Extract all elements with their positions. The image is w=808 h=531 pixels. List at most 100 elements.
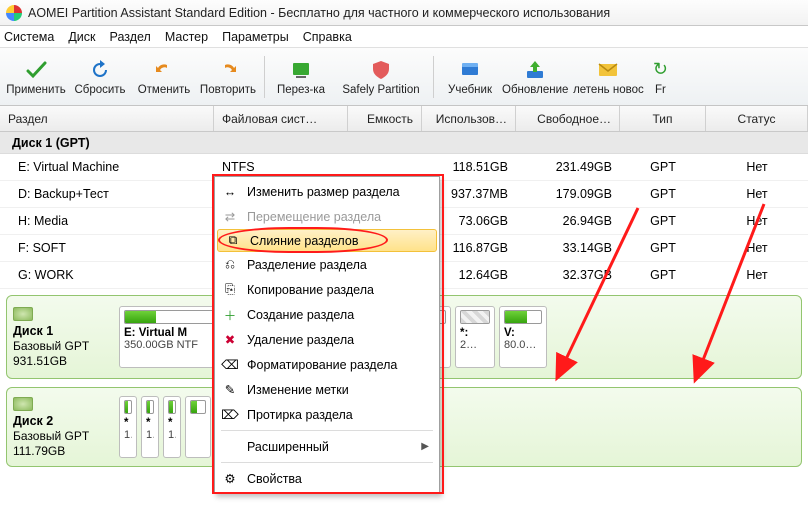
toolbar-separator (433, 56, 434, 98)
disk-2-name: Диск 2 (13, 414, 113, 428)
cell-free: 231.49GB (516, 160, 620, 174)
title-bar: AOMEI Partition Assistant Standard Editi… (0, 0, 808, 26)
disk-2-size: 111.79GB (13, 444, 113, 458)
partition-name: *: (460, 327, 490, 339)
undo-icon (152, 58, 176, 82)
col-status[interactable]: Статус (706, 106, 808, 131)
cell-partition: H: Media (0, 214, 214, 228)
partition-box[interactable]: E: Virtual M350.00GB NTF (119, 306, 219, 368)
disk-1-info: Диск 1 Базовый GPT 931.51GB (13, 307, 113, 368)
menu-wizard[interactable]: Мастер (165, 30, 208, 44)
copy-icon: ⎘ (221, 281, 239, 299)
ctx-create[interactable]: ＋Создание раздела (215, 302, 439, 327)
menu-disk[interactable]: Диск (68, 30, 95, 44)
cell-fs: NTFS (214, 160, 348, 174)
reinstall-button[interactable]: Перез-ка (269, 51, 333, 103)
cell-partition: E: Virtual Machine (0, 160, 214, 174)
context-menu: ↔Изменить размер раздела ⇄Перемещение ра… (214, 176, 440, 494)
cell-type: GPT (620, 160, 706, 174)
delete-icon: ✖ (221, 331, 239, 349)
cell-status: Нет (706, 160, 808, 174)
cell-partition: F: SOFT (0, 241, 214, 255)
ctx-label[interactable]: ✎Изменение метки (215, 377, 439, 402)
partition-name: V: (504, 327, 542, 339)
cell-free: 33.14GB (516, 241, 620, 255)
reinstall-icon (289, 58, 313, 82)
cell-status: Нет (706, 241, 808, 255)
ctx-move: ⇄Перемещение раздела (215, 204, 439, 229)
gear-icon: ⚙ (221, 470, 239, 488)
menu-partition[interactable]: Раздел (110, 30, 151, 44)
partition-name: E: Virtual M (124, 327, 214, 339)
menu-help[interactable]: Справка (303, 30, 352, 44)
wipe-icon: ⌦ (221, 406, 239, 424)
cell-type: GPT (620, 268, 706, 282)
cell-type: GPT (620, 214, 706, 228)
book-icon (458, 58, 482, 82)
newsletter-button[interactable]: летень новос (568, 51, 648, 103)
ctx-format[interactable]: ⌫Форматирование раздела (215, 352, 439, 377)
partition-box[interactable] (185, 396, 211, 458)
menu-system[interactable]: Система (4, 30, 54, 44)
partition-box[interactable]: V:80.00… (499, 306, 547, 368)
partition-name: * (124, 417, 132, 429)
partition-box[interactable]: *:2… (455, 306, 495, 368)
col-capacity[interactable]: Емкость (348, 106, 422, 131)
ctx-delete[interactable]: ✖Удаление раздела (215, 327, 439, 352)
toolbar: Применить Сбросить Отменить Повторить Пе… (0, 48, 808, 106)
col-free[interactable]: Свободное… (516, 106, 620, 131)
check-icon (24, 58, 48, 82)
cell-status: Нет (706, 187, 808, 201)
partition-name: * (168, 417, 176, 429)
partition-size: 1… (146, 429, 154, 441)
ctx-properties[interactable]: ⚙Свойства (215, 466, 439, 491)
cell-free: 26.94GB (516, 214, 620, 228)
ctx-copy[interactable]: ⎘Копирование раздела (215, 277, 439, 302)
ctx-wipe[interactable]: ⌦Протирка раздела (215, 402, 439, 427)
disk-1-base: Базовый GPT (13, 339, 113, 353)
partition-box[interactable]: *1… (141, 396, 159, 458)
reset-button[interactable]: Сбросить (68, 51, 132, 103)
redo-icon (216, 58, 240, 82)
undo-button[interactable]: Отменить (132, 51, 196, 103)
ctx-advanced[interactable]: Расширенный▶ (215, 434, 439, 459)
cell-partition: D: Backup+Тест (0, 187, 214, 201)
partition-box[interactable]: *1… (163, 396, 181, 458)
partition-box[interactable]: *1… (119, 396, 137, 458)
disk-group-header[interactable]: Диск 1 (GPT) (0, 132, 808, 154)
cell-status: Нет (706, 214, 808, 228)
fr-button[interactable]: ↻ Fr (648, 51, 672, 103)
apply-button[interactable]: Применить (4, 51, 68, 103)
col-type[interactable]: Тип (620, 106, 706, 131)
split-icon: ⎌ (221, 256, 239, 274)
col-filesystem[interactable]: Файловая сист… (214, 106, 348, 131)
move-icon: ⇄ (221, 208, 239, 226)
partition-name: * (146, 417, 154, 429)
col-used[interactable]: Использов… (422, 106, 516, 131)
label-icon: ✎ (221, 381, 239, 399)
safely-partition-button[interactable]: Safely Partition (333, 51, 429, 103)
disk-icon (13, 397, 33, 411)
disk-1-name: Диск 1 (13, 324, 113, 338)
ctx-separator (221, 462, 433, 463)
menu-options[interactable]: Параметры (222, 30, 289, 44)
ctx-split[interactable]: ⎌Разделение раздела (215, 252, 439, 277)
ctx-merge[interactable]: ⧉Слияние разделов (217, 229, 437, 252)
ctx-resize[interactable]: ↔Изменить размер раздела (215, 179, 439, 204)
partition-size: 2… (460, 339, 490, 351)
resize-icon: ↔ (221, 183, 239, 201)
format-icon: ⌫ (221, 356, 239, 374)
tutorial-button[interactable]: Учебник (438, 51, 502, 103)
create-icon: ＋ (221, 306, 239, 324)
update-button[interactable]: Обновление (502, 51, 568, 103)
disk-icon (13, 307, 33, 321)
col-partition[interactable]: Раздел (0, 106, 214, 131)
app-logo-icon (6, 5, 22, 21)
ctx-separator (221, 430, 433, 431)
advanced-icon (221, 438, 239, 456)
partition-size: 1… (168, 429, 176, 441)
redo-button[interactable]: Повторить (196, 51, 260, 103)
cell-type: GPT (620, 241, 706, 255)
cell-free: 32.37GB (516, 268, 620, 282)
update-icon (523, 58, 547, 82)
